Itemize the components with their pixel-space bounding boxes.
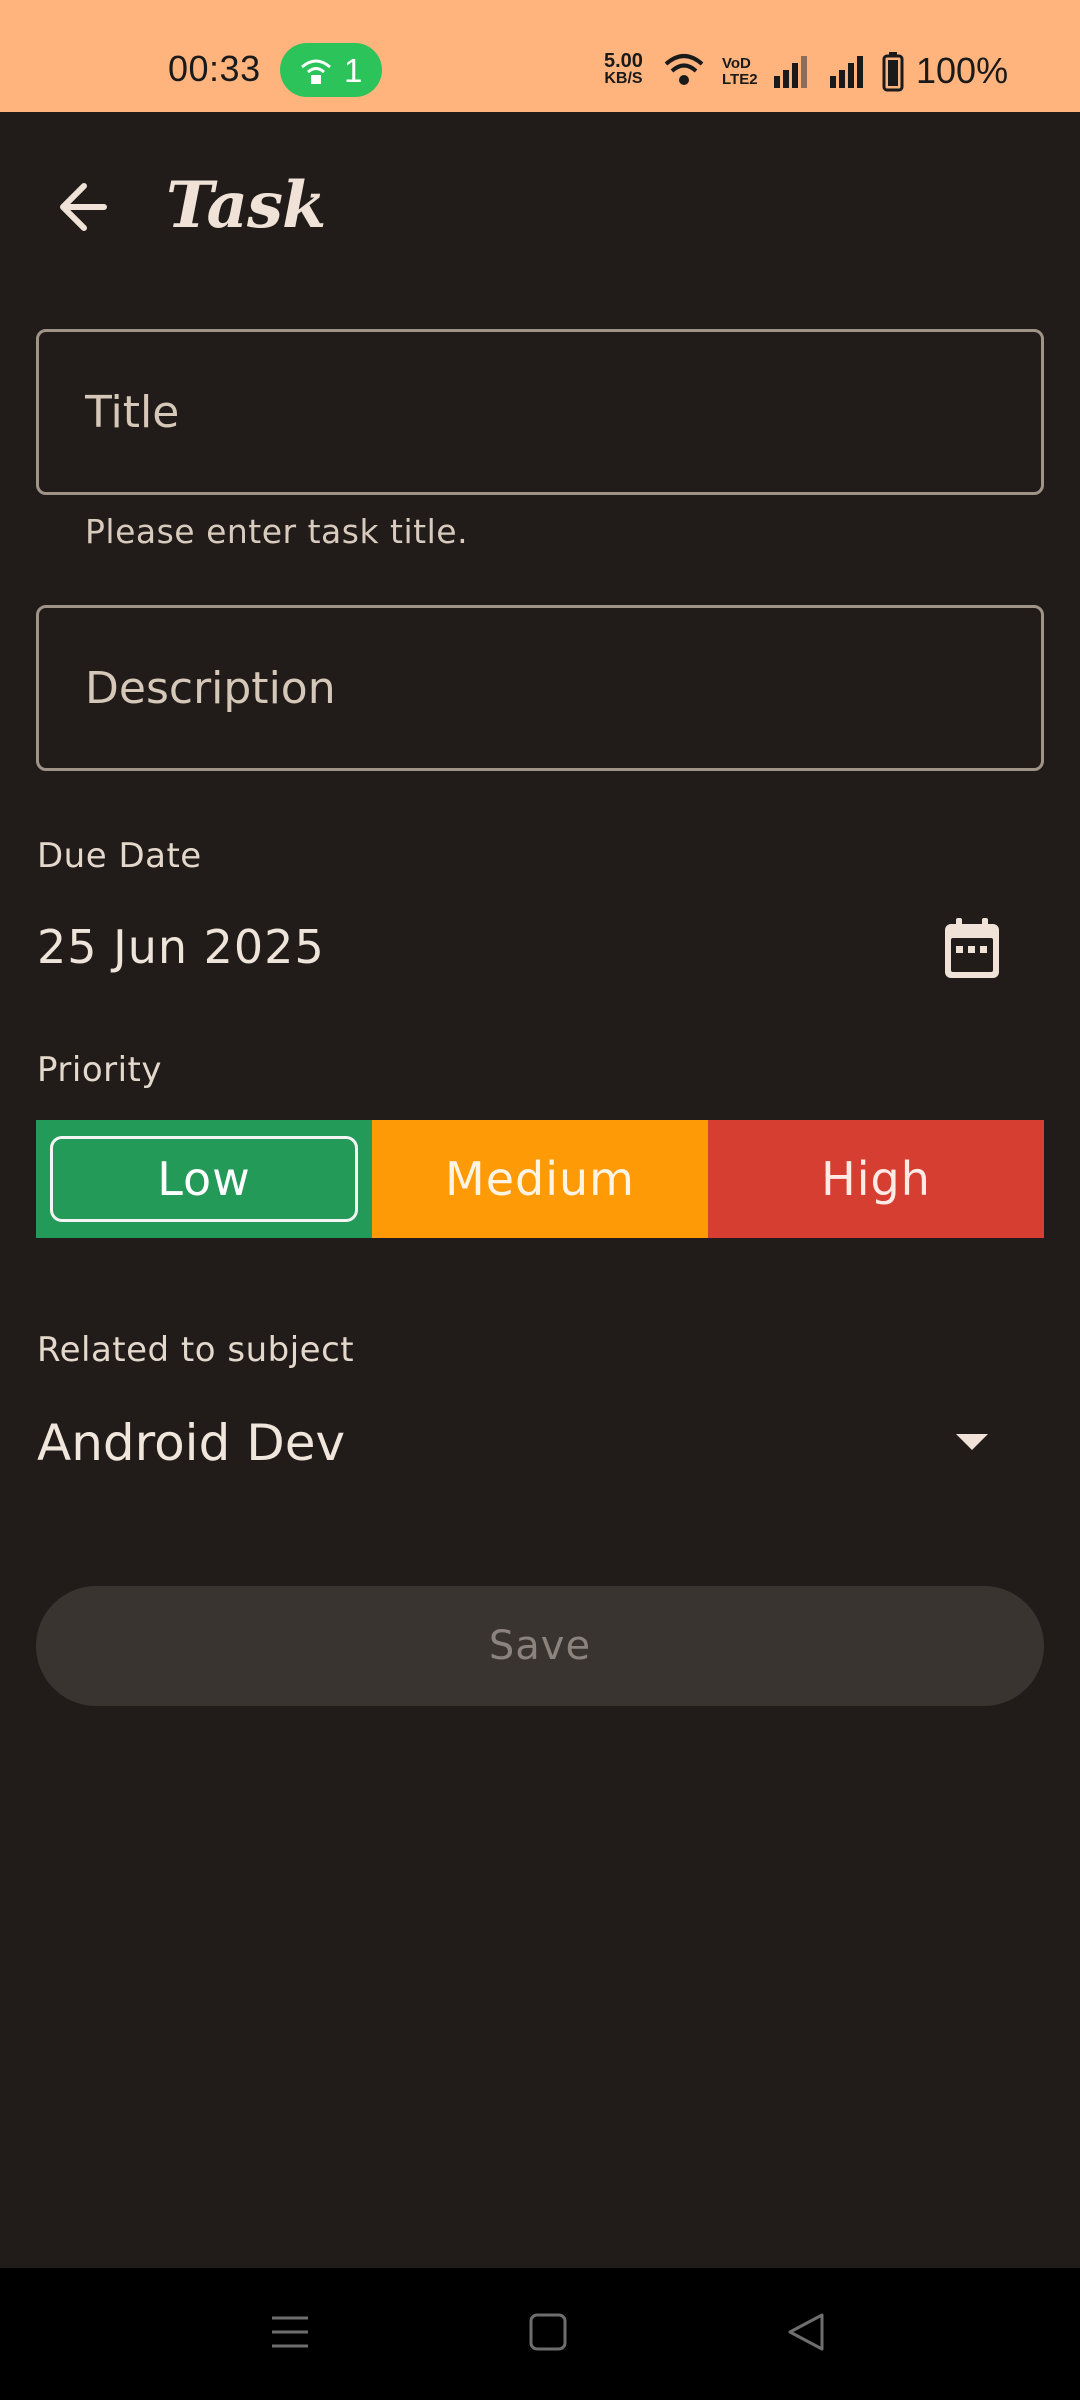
battery-icon: [882, 52, 904, 92]
subject-label: Related to subject: [37, 1330, 355, 1370]
svg-text:VoD: VoD: [722, 55, 751, 72]
hotspot-icon: [301, 59, 331, 84]
back-nav-icon[interactable]: [786, 2312, 826, 2352]
title-input[interactable]: [39, 332, 1041, 492]
home-icon[interactable]: [528, 2312, 568, 2352]
page-title: Task: [166, 168, 326, 243]
hotspot-count: 1: [344, 52, 363, 89]
signal-icon-2: [830, 56, 863, 88]
calendar-icon: [945, 918, 999, 978]
system-nav-bar: [0, 2268, 1080, 2400]
priority-high-button[interactable]: High: [708, 1120, 1044, 1238]
subject-dropdown-value[interactable]: Android Dev: [37, 1414, 345, 1472]
priority-low-label: Low: [157, 1152, 251, 1206]
arrow-back-icon: [60, 183, 107, 231]
status-time: 00:33: [168, 48, 261, 89]
title-helper-text: Please enter task title.: [85, 512, 469, 551]
priority-medium-label: Medium: [445, 1152, 635, 1206]
date-picker-button[interactable]: [942, 916, 1002, 984]
back-button[interactable]: [50, 172, 120, 242]
dropdown-arrow-icon[interactable]: [956, 1434, 988, 1452]
hotspot-badge: 1: [280, 43, 382, 97]
priority-low-button[interactable]: Low: [36, 1120, 372, 1238]
due-date-value[interactable]: 25 Jun 2025: [37, 920, 325, 974]
menu-icon[interactable]: [270, 2312, 310, 2352]
priority-selector: Low Medium High: [36, 1120, 1044, 1238]
priority-high-label: High: [821, 1152, 931, 1206]
description-field[interactable]: [36, 605, 1044, 771]
save-button[interactable]: Save: [36, 1586, 1044, 1706]
status-bar: 00:33 1 5.00 KB/S VoD LTE2 100%: [0, 0, 1080, 112]
battery-percent: 100%: [916, 50, 1009, 91]
title-field[interactable]: [36, 329, 1044, 495]
status-icons: VoD LTE2: [664, 52, 904, 92]
due-date-label: Due Date: [37, 836, 202, 876]
priority-label: Priority: [37, 1050, 163, 1090]
priority-medium-button[interactable]: Medium: [372, 1120, 708, 1238]
svg-text:LTE2: LTE2: [722, 71, 758, 88]
signal-icon-1: [774, 56, 807, 88]
description-input[interactable]: [39, 608, 1041, 768]
network-speed: 5.00 KB/S: [604, 50, 643, 87]
wifi-icon: [664, 54, 704, 85]
